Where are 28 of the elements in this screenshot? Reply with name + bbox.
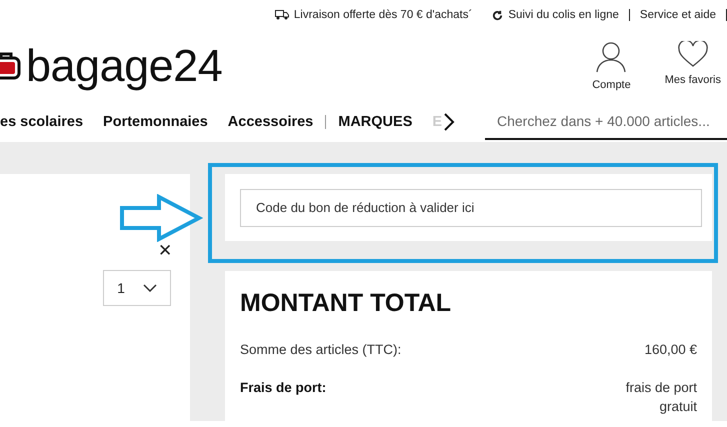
nav-item[interactable]: Accessoires bbox=[228, 114, 314, 130]
caret-icon bbox=[142, 284, 157, 292]
link-label: Livraison offerte dès 70 € d'achats´ bbox=[294, 9, 472, 21]
summary-value: 160,00 € bbox=[643, 341, 697, 359]
refresh-icon bbox=[492, 10, 504, 20]
suitcase-logo-icon bbox=[0, 51, 22, 81]
header-action[interactable]: Mes favoris bbox=[664, 41, 721, 91]
link-label: Service et aide bbox=[640, 9, 716, 21]
nav-item[interactable]: MARQUES bbox=[338, 114, 412, 130]
summary-value: frais de port gratuit bbox=[624, 378, 697, 416]
nav-item[interactable]: es scolaires bbox=[0, 114, 84, 130]
logo-text[interactable]: bagage24 bbox=[26, 40, 222, 92]
total-title: MONTANT TOTAL bbox=[240, 289, 452, 318]
top-bar-link[interactable]: Suivi du colis en ligne bbox=[482, 9, 629, 21]
scroll-right-icon[interactable] bbox=[443, 112, 455, 132]
close-button[interactable]: ✕ bbox=[158, 240, 172, 261]
truck-icon bbox=[274, 10, 289, 20]
account-icon bbox=[596, 41, 626, 73]
header-action[interactable]: Compte bbox=[592, 41, 631, 91]
summary-label: Somme des articles (TTC): bbox=[240, 341, 402, 359]
voucher-field[interactable]: Code du bon de réduction à valider ici bbox=[240, 188, 702, 226]
quantity-select[interactable]: 1 bbox=[103, 270, 171, 306]
nav-item[interactable]: Portemonnaies bbox=[103, 114, 208, 130]
summary-label: Frais de port: bbox=[240, 378, 326, 397]
heart-icon bbox=[678, 41, 708, 68]
top-bar-link[interactable]: Livraison offerte dès 70 € d'achats´ bbox=[264, 9, 482, 21]
link-label: Suivi du colis en ligne bbox=[508, 9, 619, 21]
top-bar-link[interactable]: Service et aide bbox=[630, 9, 726, 21]
